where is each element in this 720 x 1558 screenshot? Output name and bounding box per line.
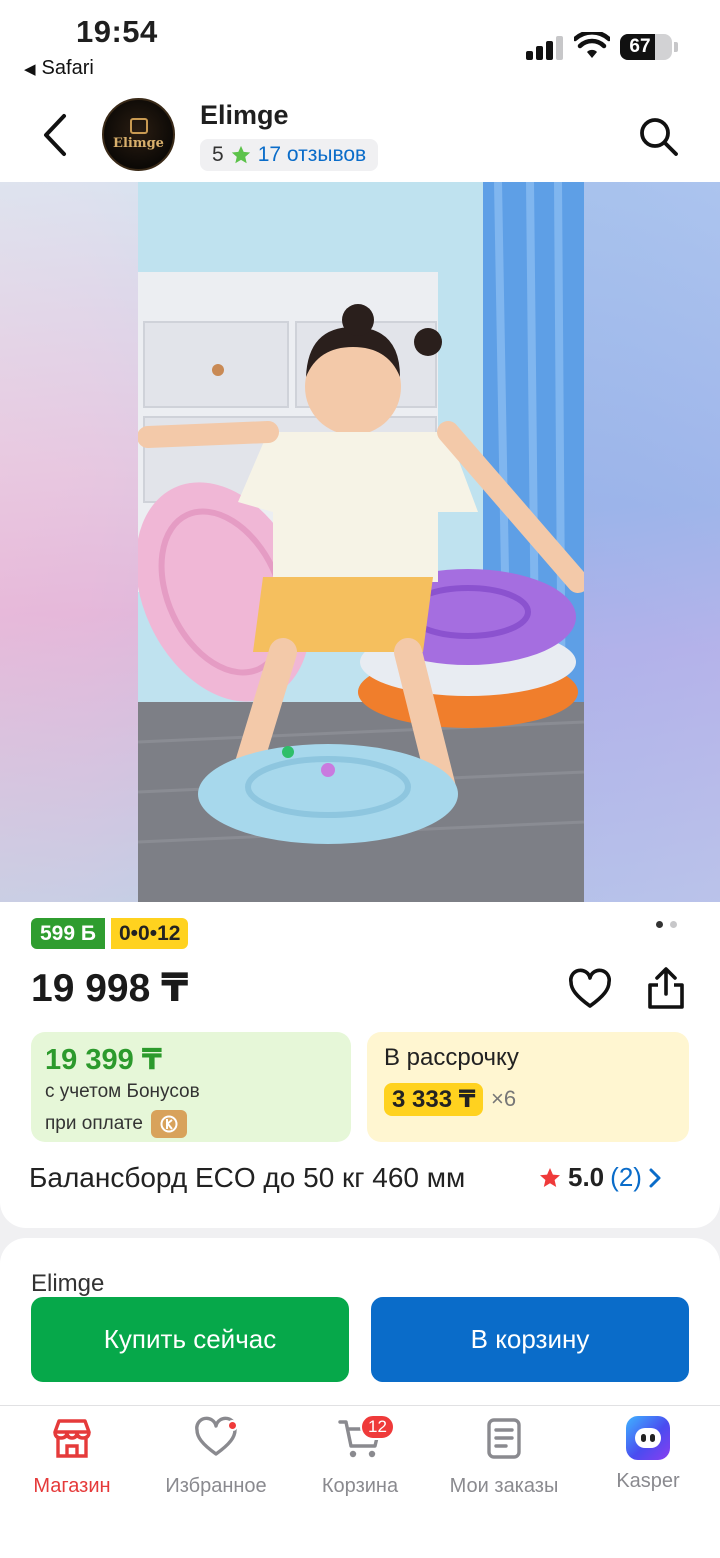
kaspi-pay-icon [150, 1110, 187, 1138]
shop-icon [53, 1419, 91, 1458]
cart-count-badge: 12 [360, 1414, 395, 1440]
tab-shop-label: Магазин [33, 1475, 111, 1497]
tab-favorites-label: Избранное [165, 1475, 267, 1497]
product-rating-value: 5.0 [568, 1162, 605, 1192]
installment-multiplier: ×6 [491, 1086, 517, 1111]
product-rating-count: (2) [610, 1162, 642, 1192]
bottom-tab-bar: Магазин Избранное Корзина Мои заказы Kas… [0, 1405, 720, 1558]
back-app-label: Safari [41, 57, 94, 79]
shop-rating-pill[interactable]: 5 17 отзывов [200, 139, 379, 171]
shop-header: Elimge Elimge 5 17 отзывов [0, 92, 720, 182]
tab-favorites[interactable]: Избранное [144, 1416, 288, 1498]
chevron-right-icon [649, 1168, 661, 1187]
cellular-signal-icon [526, 36, 564, 60]
installment-amount: 3 333 ₸ [384, 1083, 484, 1116]
shop-rating-score: 5 [212, 143, 224, 166]
star-icon [231, 145, 250, 164]
gallery-blur-right [582, 182, 720, 902]
pagination-dot-active [656, 921, 663, 928]
bonus-caption-line2: при оплате [45, 1113, 143, 1134]
back-triangle-icon: ◀ [24, 60, 36, 78]
gallery-blur-left [0, 182, 138, 902]
product-info-card: 599 Б 0•0•12 19 998 ₸ 19 399 ₸ с учетом … [0, 902, 720, 1228]
shop-name[interactable]: Elimge [200, 100, 289, 131]
tab-kasper-label: Kasper [616, 1470, 680, 1492]
product-price: 19 998 ₸ [31, 967, 189, 1010]
tab-cart-label: Корзина [321, 1475, 399, 1497]
shop-logo-text: Elimge [113, 136, 164, 151]
product-rating-link[interactable]: 5.0 (2) [538, 1162, 662, 1193]
buy-now-button[interactable]: Купить сейчас [31, 1297, 349, 1382]
bonus-caption-line1: с учетом Бонусов [45, 1081, 200, 1102]
add-to-cart-button[interactable]: В корзину [371, 1297, 689, 1382]
red-star-icon [540, 1167, 560, 1187]
kasper-icon [626, 1416, 670, 1460]
bag-logo-icon [129, 118, 148, 134]
product-gallery[interactable] [0, 182, 720, 902]
installment-card[interactable]: В рассрочку 3 333 ₸ ×6 [367, 1032, 689, 1142]
bonus-price: 19 399 ₸ [45, 1044, 162, 1076]
bonus-badge: 599 Б [31, 918, 105, 949]
seller-section-title: Elimge [31, 1270, 105, 1297]
shop-reviews-link: 17 отзывов [257, 143, 367, 166]
share-icon[interactable] [644, 966, 688, 1010]
tab-orders[interactable]: Мои заказы [432, 1416, 576, 1498]
back-to-app-link[interactable]: ◀ Safari [24, 57, 94, 80]
favorites-notification-dot [227, 1420, 238, 1431]
shop-logo[interactable]: Elimge [102, 98, 175, 171]
tab-kasper[interactable]: Kasper [576, 1416, 720, 1493]
battery-tip [674, 42, 678, 52]
installment-title: В рассрочку [384, 1044, 519, 1071]
status-bar: 19:54 ◀ Safari 67 [0, 0, 720, 92]
favorite-heart-icon[interactable] [568, 968, 612, 1012]
search-icon[interactable] [636, 114, 680, 158]
battery-icon: 67 [620, 34, 672, 60]
pagination-dot [670, 921, 677, 928]
orders-icon [487, 1418, 521, 1459]
bonus-price-card[interactable]: 19 399 ₸ с учетом Бонусов при оплате [31, 1032, 351, 1142]
bonus-caption-line2-row: при оплате [45, 1110, 187, 1138]
installment-badge: 0•0•12 [111, 918, 189, 949]
gallery-pagination [656, 921, 677, 928]
tab-shop[interactable]: Магазин [0, 1416, 144, 1498]
product-title: Балансборд ECO до 50 кг 460 мм [29, 1162, 466, 1193]
product-photo[interactable] [138, 182, 584, 902]
battery-level: 67 [629, 36, 651, 57]
back-arrow-icon[interactable] [36, 112, 76, 158]
wifi-icon [574, 32, 610, 58]
status-time: 19:54 [76, 14, 158, 49]
tab-orders-label: Мои заказы [449, 1475, 559, 1497]
